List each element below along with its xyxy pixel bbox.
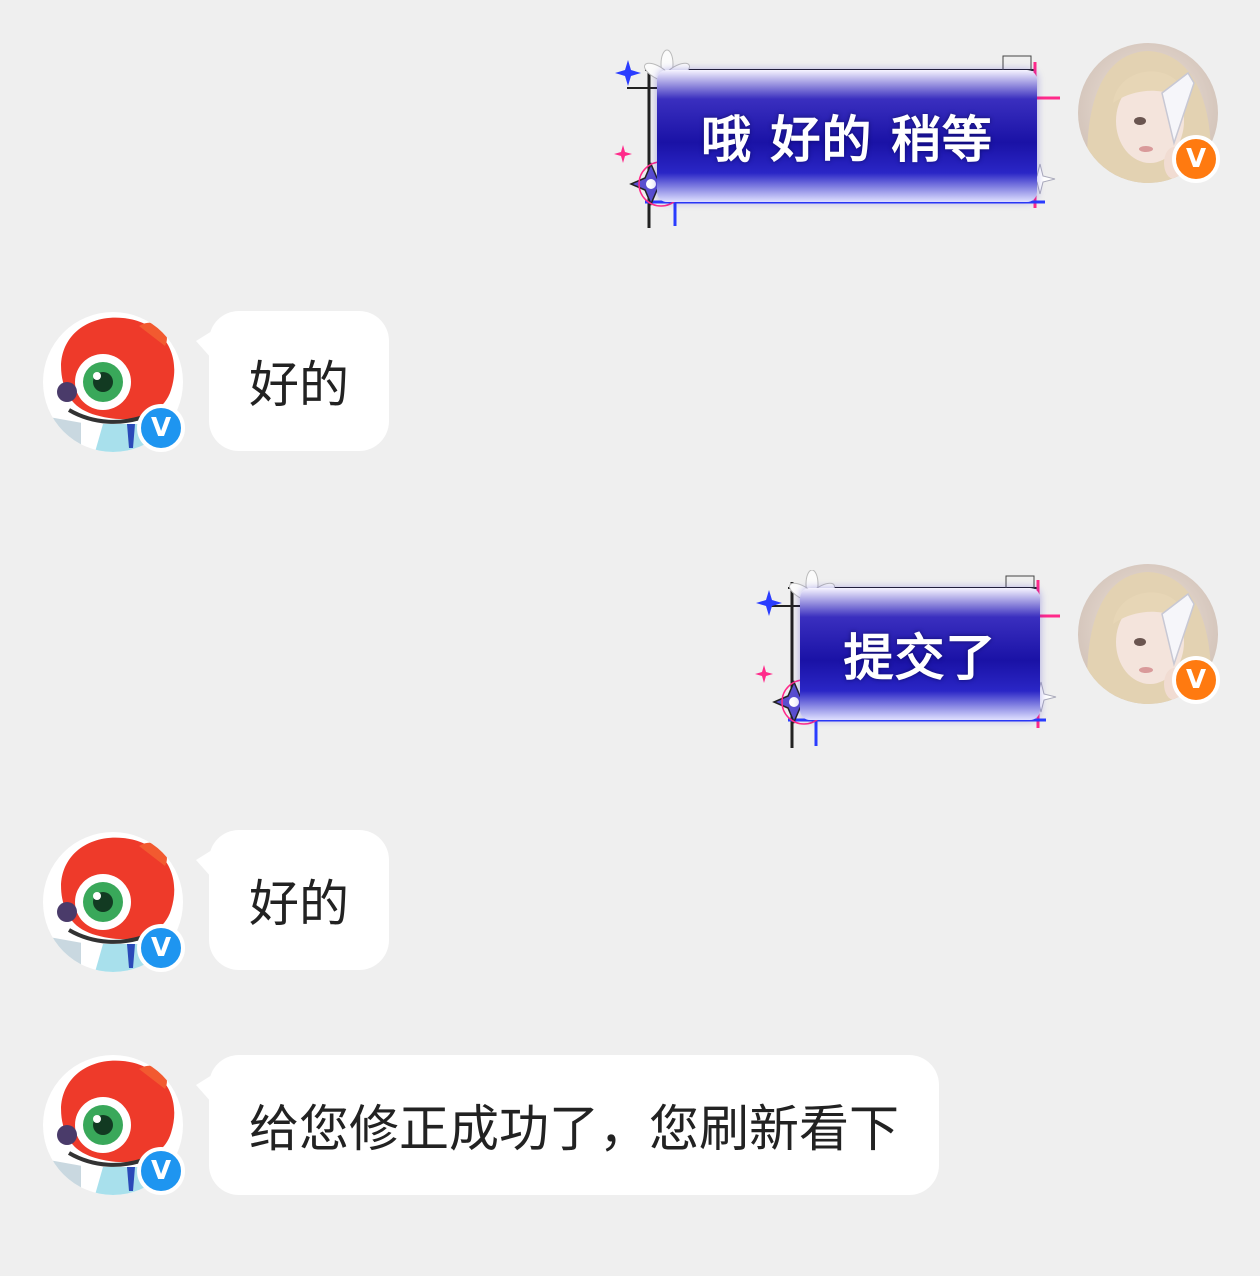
incoming-bubble[interactable]: 好的 (196, 830, 389, 970)
user-avatar[interactable]: V (1078, 43, 1220, 183)
verified-badge-icon: V (137, 924, 185, 972)
incoming-bubble-text: 好的 (249, 356, 349, 414)
user-avatar[interactable]: V (1078, 564, 1220, 704)
service-avatar[interactable]: V (43, 832, 185, 972)
verified-badge-icon: V (137, 404, 185, 452)
verified-badge-icon: V (137, 1147, 185, 1195)
outgoing-bubble[interactable]: 提交了 (748, 570, 1068, 755)
outgoing-bubble-text: 提交了 (800, 588, 1040, 720)
outgoing-bubble-text: 哦 好的 稍等 (657, 70, 1037, 202)
message-row-outgoing: 哦 好的 稍等 V (0, 0, 1260, 260)
incoming-bubble-text: 好的 (249, 875, 349, 933)
service-avatar[interactable]: V (43, 312, 185, 452)
message-row-incoming: V 好的 (0, 790, 1260, 990)
incoming-bubble-text: 给您修正成功了，您刷新看下 (249, 1100, 899, 1158)
message-row-outgoing: 提交了 V (0, 540, 1260, 780)
message-row-incoming: V 好的 (0, 270, 1260, 470)
bubble-tail (196, 850, 212, 878)
incoming-bubble[interactable]: 给您修正成功了，您刷新看下 (196, 1055, 939, 1195)
incoming-bubble[interactable]: 好的 (196, 311, 389, 451)
service-avatar[interactable]: V (43, 1055, 185, 1195)
outgoing-bubble[interactable]: 哦 好的 稍等 (605, 48, 1065, 233)
bubble-tail (196, 1075, 212, 1103)
bubble-tail (196, 331, 212, 359)
verified-badge-icon: V (1172, 135, 1220, 183)
message-row-incoming: V 给您修正成功了，您刷新看下 (0, 1015, 1260, 1235)
chat-thread: 哦 好的 稍等 V V 好的 提交了 V V 好的 V 给您修正成功了，您刷新看… (0, 0, 1260, 1276)
verified-badge-icon: V (1172, 656, 1220, 704)
